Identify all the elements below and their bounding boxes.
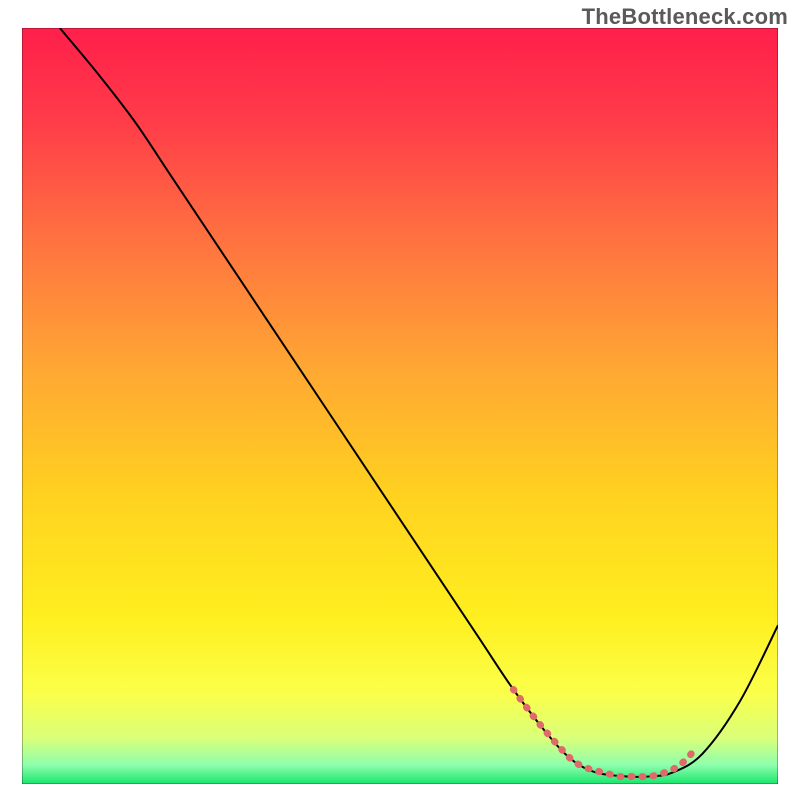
bottleneck-chart <box>22 28 778 784</box>
watermark-label: TheBottleneck.com <box>582 4 788 30</box>
plot-background <box>22 28 778 784</box>
chart-frame: TheBottleneck.com <box>0 0 800 800</box>
